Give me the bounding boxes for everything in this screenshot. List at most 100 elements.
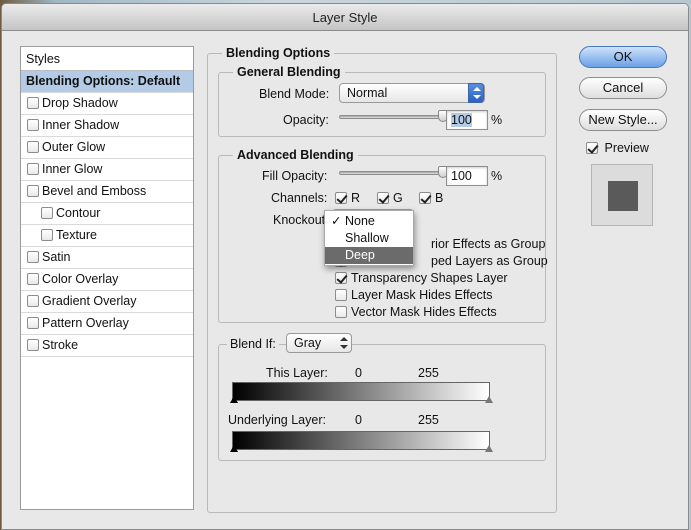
knockout-option-deep[interactable]: Deep <box>325 247 413 264</box>
popup-arrows-icon <box>468 83 484 103</box>
blending-options-title: Blending Options <box>222 46 335 60</box>
option-label: rior Effects as Group <box>431 237 546 251</box>
option-transparency-shapes-layer-checkbox[interactable]: Transparency Shapes Layer <box>335 271 508 285</box>
advanced-blending-title: Advanced Blending <box>233 148 358 162</box>
option-label: ped Layers as Group <box>431 254 548 268</box>
this-layer-gradient <box>232 382 490 401</box>
underlying-layer-white-slider[interactable] <box>485 445 493 452</box>
channels-label: Channels: <box>271 191 328 205</box>
style-item-gradient-overlay[interactable]: Gradient Overlay <box>21 291 193 313</box>
blend-mode-label: Blend Mode: <box>259 87 330 101</box>
style-item-label: Contour <box>56 206 101 220</box>
style-item-label: Inner Shadow <box>42 118 120 132</box>
style-item-texture[interactable]: Texture <box>21 225 193 247</box>
channel-b-checkbox[interactable]: B <box>419 191 443 205</box>
option-label: Layer Mask Hides Effects <box>351 288 493 302</box>
checkbox-icon <box>335 289 347 301</box>
style-item-inner-glow[interactable]: Inner Glow <box>21 159 193 181</box>
channel-label: G <box>393 191 403 205</box>
option-label: Transparency Shapes Layer <box>351 271 508 285</box>
style-item-label: Bevel and Emboss <box>42 184 147 198</box>
style-item-label: Inner Glow <box>42 162 103 176</box>
checkbox-icon <box>419 192 431 204</box>
this-layer-white-slider[interactable] <box>485 396 493 403</box>
general-blending-title: General Blending <box>233 65 345 79</box>
style-item-outer-glow[interactable]: Outer Glow <box>21 137 193 159</box>
preview-label: Preview <box>604 141 649 155</box>
channel-label: B <box>435 191 444 205</box>
channel-label: R <box>351 191 361 205</box>
checkbox-icon[interactable] <box>27 295 39 307</box>
checkbox-icon[interactable] <box>27 163 39 175</box>
underlying-layer-black-slider[interactable] <box>230 445 238 452</box>
knockout-option-none[interactable]: ✓ None <box>325 213 413 230</box>
style-item-label: Stroke <box>42 338 79 352</box>
checkbox-icon <box>335 272 347 284</box>
ok-button[interactable]: OK <box>579 46 667 68</box>
option-layer-mask-hides-effects-checkbox[interactable]: Layer Mask Hides Effects <box>335 288 493 302</box>
style-item-label: Satin <box>42 250 71 264</box>
style-item-inner-shadow[interactable]: Inner Shadow <box>21 115 193 137</box>
blend-if-select[interactable]: Gray <box>286 333 352 353</box>
opacity-unit: % <box>491 113 503 127</box>
checkbox-icon[interactable] <box>27 273 39 285</box>
fill-opacity-unit: % <box>491 169 503 183</box>
popup-arrows-icon <box>337 333 351 353</box>
blend-mode-value: Normal <box>347 86 388 100</box>
style-item-label: Outer Glow <box>42 140 106 154</box>
checkbox-icon <box>335 306 347 318</box>
this-layer-max: 255 <box>418 366 439 380</box>
checkmark-icon: ✓ <box>331 214 342 228</box>
style-item-label: Blending Options: Default <box>26 74 181 88</box>
new-style-button[interactable]: New Style... <box>579 109 667 131</box>
style-item-bevel-and-emboss[interactable]: Bevel and Emboss <box>21 181 193 203</box>
blend-mode-select[interactable]: Normal <box>339 83 485 103</box>
option-label: Vector Mask Hides Effects <box>351 305 497 319</box>
opacity-input[interactable]: 100 <box>446 110 488 130</box>
preview-check-icon <box>586 142 598 154</box>
checkbox-icon[interactable] <box>27 97 39 109</box>
checkbox-icon[interactable] <box>27 119 39 131</box>
knockout-option-label: Shallow <box>345 231 389 245</box>
checkbox-icon[interactable] <box>41 229 53 241</box>
checkbox-icon[interactable] <box>27 339 39 351</box>
style-item-label: Color Overlay <box>42 272 119 286</box>
checkbox-icon[interactable] <box>27 141 39 153</box>
cancel-button[interactable]: Cancel <box>579 77 667 99</box>
style-item-blending-options-default[interactable]: Blending Options: Default <box>21 71 193 93</box>
style-item-contour[interactable]: Contour <box>21 203 193 225</box>
opacity-slider[interactable] <box>339 115 444 119</box>
style-item-label: Texture <box>56 228 97 242</box>
style-item-color-overlay[interactable]: Color Overlay <box>21 269 193 291</box>
checkbox-icon[interactable] <box>27 317 39 329</box>
checkbox-icon <box>335 192 347 204</box>
knockout-option-shallow[interactable]: Shallow <box>325 230 413 247</box>
style-item-stroke[interactable]: Stroke <box>21 335 193 357</box>
fill-opacity-label: Fill Opacity: <box>262 169 328 183</box>
underlying-layer-label: Underlying Layer: <box>228 413 326 427</box>
preview-checkbox[interactable]: Preview <box>586 141 649 155</box>
knockout-menu: ✓ None Shallow Deep <box>324 210 414 266</box>
window-title: Layer Style <box>2 4 688 31</box>
checkbox-icon[interactable] <box>41 207 53 219</box>
option-vector-mask-hides-effects-checkbox[interactable]: Vector Mask Hides Effects <box>335 305 497 319</box>
preview-swatch <box>608 181 638 211</box>
style-item-satin[interactable]: Satin <box>21 247 193 269</box>
channel-g-checkbox[interactable]: G <box>377 191 403 205</box>
style-item-label: Drop Shadow <box>42 96 118 110</box>
fill-opacity-input[interactable]: 100 <box>446 166 488 186</box>
style-item-pattern-overlay[interactable]: Pattern Overlay <box>21 313 193 335</box>
blend-if-label: Blend If: <box>227 336 279 352</box>
knockout-label: Knockout <box>273 213 326 227</box>
underlying-layer-gradient <box>232 431 490 450</box>
style-item-drop-shadow[interactable]: Drop Shadow <box>21 93 193 115</box>
this-layer-black-slider[interactable] <box>230 396 238 403</box>
preview-thumbnail <box>591 164 653 226</box>
this-layer-label: This Layer: <box>266 366 328 380</box>
checkbox-icon[interactable] <box>27 251 39 263</box>
fill-opacity-slider[interactable] <box>339 171 444 175</box>
channel-r-checkbox[interactable]: R <box>335 191 360 205</box>
styles-panel: Styles Blending Options: Default Drop Sha… <box>20 46 194 510</box>
checkbox-icon[interactable] <box>27 185 39 197</box>
blend-if-value: Gray <box>294 336 322 350</box>
